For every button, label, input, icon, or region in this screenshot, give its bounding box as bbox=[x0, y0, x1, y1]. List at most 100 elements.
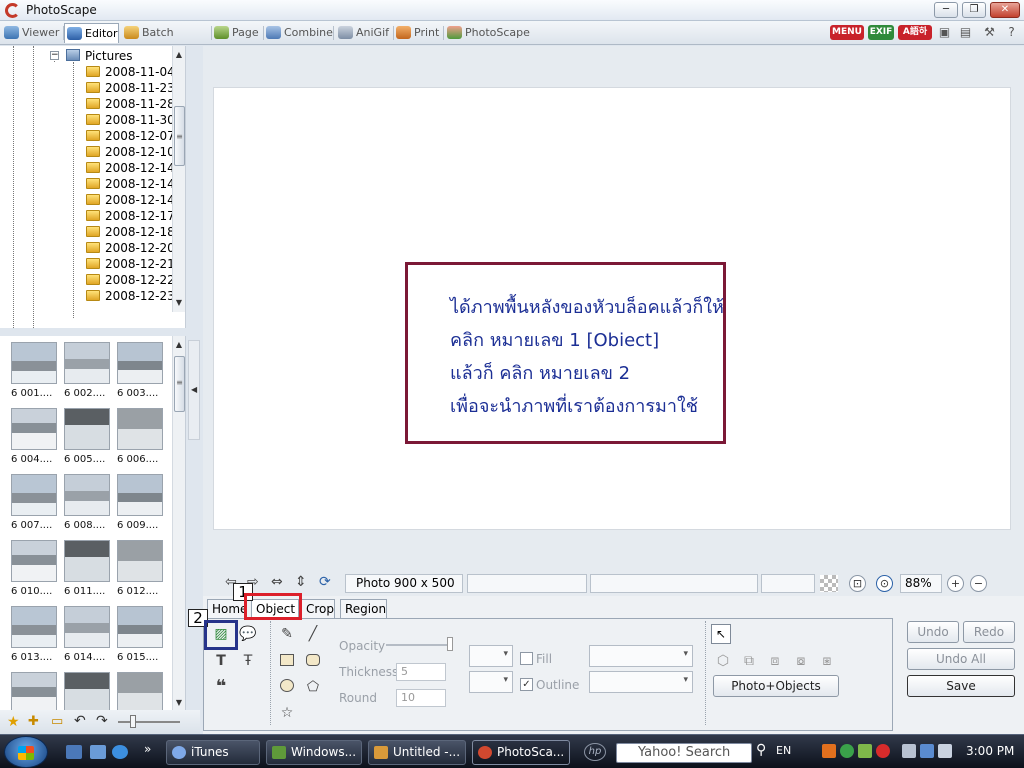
network-icon[interactable] bbox=[920, 744, 934, 758]
thumbnail-item[interactable] bbox=[117, 672, 165, 710]
thumbnail-item[interactable]: 6 013.... bbox=[11, 606, 59, 668]
show-desktop-icon[interactable] bbox=[66, 745, 82, 759]
tab-editor[interactable]: Editor bbox=[64, 23, 119, 43]
search-icon[interactable]: ⚲ bbox=[756, 742, 766, 758]
panel-collapse-handle[interactable]: ◀ bbox=[188, 340, 200, 440]
thumbnail-item[interactable]: 6 014.... bbox=[64, 606, 112, 668]
thumbnail-item[interactable]: 6 007.... bbox=[11, 474, 59, 536]
tree-folder-item[interactable]: 2008-12-20 bbox=[86, 240, 175, 256]
opacity-slider[interactable] bbox=[386, 644, 451, 646]
thumbnail-size-handle[interactable] bbox=[130, 715, 136, 728]
tree-folder-item[interactable]: 2008-12-18 bbox=[86, 224, 175, 240]
zoom-fit-icon[interactable]: ⊡ bbox=[849, 575, 866, 592]
fill-checkbox[interactable] bbox=[520, 652, 533, 665]
tree-folder-item[interactable]: 2008-12-21 bbox=[86, 256, 175, 272]
minimize-button[interactable]: ─ bbox=[934, 2, 958, 18]
speech-balloon-icon[interactable]: 💬 bbox=[237, 623, 259, 645]
thumbnail-item[interactable]: 6 015.... bbox=[117, 606, 165, 668]
task-itunes[interactable]: iTunes bbox=[166, 740, 260, 765]
tree-folder-item[interactable]: 2008-11-28 bbox=[86, 96, 175, 112]
tab-combine[interactable]: Combine bbox=[264, 23, 334, 43]
tree-folder-item[interactable]: 2008-12-23 bbox=[86, 288, 175, 304]
tray-icon[interactable] bbox=[876, 744, 890, 758]
tab-print[interactable]: Print bbox=[394, 23, 444, 43]
close-button[interactable]: ✕ bbox=[990, 2, 1020, 18]
image-canvas[interactable]: ได้ภาพพื้นหลังของหัวบล็อคแล้วก็ให้ คลิก … bbox=[213, 87, 1011, 530]
thumbnail-item[interactable]: 6 004.... bbox=[11, 408, 59, 470]
tree-scroll-thumb[interactable]: ≡ bbox=[174, 106, 185, 166]
yahoo-search-input[interactable]: Yahoo! Search bbox=[616, 743, 752, 763]
line-icon[interactable]: ╱ bbox=[302, 623, 324, 645]
tab-anigif[interactable]: AniGif bbox=[336, 23, 394, 43]
folder-icon[interactable]: ▤ bbox=[958, 25, 973, 40]
fill-style-dropdown[interactable] bbox=[589, 645, 693, 667]
thumbnail-item[interactable]: 6 010.... bbox=[11, 540, 59, 602]
tree-root[interactable]: Pictures bbox=[66, 48, 133, 64]
tools-icon[interactable]: ⚒ bbox=[982, 25, 997, 40]
photo-objects-button[interactable]: Photo+Objects bbox=[713, 675, 839, 697]
exif-button[interactable]: EXIF bbox=[868, 25, 894, 40]
save-button[interactable]: Save bbox=[907, 675, 1015, 697]
thickness-spinner[interactable]: 5 bbox=[396, 663, 446, 681]
maximize-button[interactable]: ❐ bbox=[962, 2, 986, 18]
select-arrow-icon[interactable]: ↖ bbox=[711, 624, 731, 644]
thumbnail-item[interactable]: 6 005.... bbox=[64, 408, 112, 470]
tab-home[interactable]: Home bbox=[207, 599, 247, 619]
tree-folder-item[interactable]: 2008-11-23 bbox=[86, 80, 175, 96]
opacity-slider-handle[interactable] bbox=[447, 637, 453, 651]
tree-folder-item[interactable]: 2008-11-30 bbox=[86, 112, 175, 128]
forward-arrow-icon[interactable]: ↷ bbox=[96, 713, 108, 729]
object-copy-icon[interactable]: ⧉ bbox=[738, 650, 760, 672]
outline-checkbox[interactable]: ✓ bbox=[520, 678, 533, 691]
redo-button[interactable]: Redo bbox=[963, 621, 1015, 643]
thumbnail-item[interactable]: 6 008.... bbox=[64, 474, 112, 536]
tree-folder-item[interactable]: 2008-12-14 bbox=[86, 160, 175, 176]
help-icon[interactable]: ? bbox=[1004, 25, 1019, 40]
thumbnail-item[interactable]: 6 012.... bbox=[117, 540, 165, 602]
object-front-icon[interactable]: ⧈ bbox=[764, 650, 786, 672]
open-folder-icon[interactable]: ▭ bbox=[51, 714, 63, 729]
flip-vertical-icon[interactable]: ⇕ bbox=[295, 574, 307, 590]
tray-icon[interactable] bbox=[840, 744, 854, 758]
back-arrow-icon[interactable]: ↶ bbox=[74, 713, 86, 729]
tab-viewer[interactable]: Viewer bbox=[2, 23, 64, 43]
internet-explorer-icon[interactable] bbox=[112, 745, 128, 759]
thumbnail-item[interactable]: 6 006.... bbox=[117, 408, 165, 470]
undo-button[interactable]: Undo bbox=[907, 621, 959, 643]
tree-folder-item[interactable]: 2008-12-14 bbox=[86, 192, 175, 208]
tree-scrollbar[interactable]: ▲ ≡ ▼ bbox=[172, 46, 185, 312]
thumbnail-item[interactable]: 6 009.... bbox=[117, 474, 165, 536]
tree-folder-item[interactable]: 2008-12-22 bbox=[86, 272, 175, 288]
task-windows[interactable]: Windows... bbox=[266, 740, 362, 765]
tree-folder-item[interactable]: 2008-12-07 bbox=[86, 128, 175, 144]
menu-button[interactable]: MENU bbox=[830, 25, 864, 40]
tab-batch-editor[interactable]: Batch Editor bbox=[122, 23, 212, 59]
thumbnail-item[interactable]: 6 001.... bbox=[11, 342, 59, 404]
thumbnail-size-slider[interactable] bbox=[118, 721, 180, 723]
collapse-icon[interactable]: − bbox=[50, 51, 59, 60]
favorite-folder-icon[interactable]: ✚ bbox=[28, 714, 39, 729]
switch-windows-icon[interactable] bbox=[90, 745, 106, 759]
zoom-out-icon[interactable]: − bbox=[970, 575, 987, 592]
tray-icon[interactable] bbox=[858, 744, 872, 758]
tab-photoscape[interactable]: PhotoScape bbox=[445, 23, 530, 43]
round-spinner[interactable]: 10 bbox=[396, 689, 446, 707]
star-icon[interactable]: ★ bbox=[7, 714, 20, 730]
star-shape-icon[interactable]: ☆ bbox=[276, 702, 298, 724]
zoom-actual-icon[interactable]: ⊙ bbox=[876, 575, 893, 592]
freehand-icon[interactable]: ✎ bbox=[276, 623, 298, 645]
tab-page[interactable]: Page bbox=[212, 23, 264, 43]
tray-icon[interactable] bbox=[822, 744, 836, 758]
pentagon-icon[interactable]: ⬠ bbox=[302, 676, 324, 698]
rectangle-icon[interactable] bbox=[276, 650, 298, 672]
object-delete-icon[interactable]: ⬡ bbox=[712, 650, 734, 672]
tree-folder-item[interactable]: 2008-11-04 bbox=[86, 64, 175, 80]
tab-region[interactable]: Region bbox=[340, 599, 387, 619]
outline-color-dropdown[interactable] bbox=[469, 671, 513, 693]
thumbnail-scroll-thumb[interactable]: ≡ bbox=[174, 356, 185, 412]
tray-icon[interactable] bbox=[902, 744, 916, 758]
flip-horizontal-icon[interactable]: ⇔ bbox=[271, 574, 283, 590]
tree-folder-item[interactable]: 2008-12-10 bbox=[86, 144, 175, 160]
volume-icon[interactable] bbox=[938, 744, 952, 758]
thumbnail-item[interactable] bbox=[11, 672, 59, 710]
